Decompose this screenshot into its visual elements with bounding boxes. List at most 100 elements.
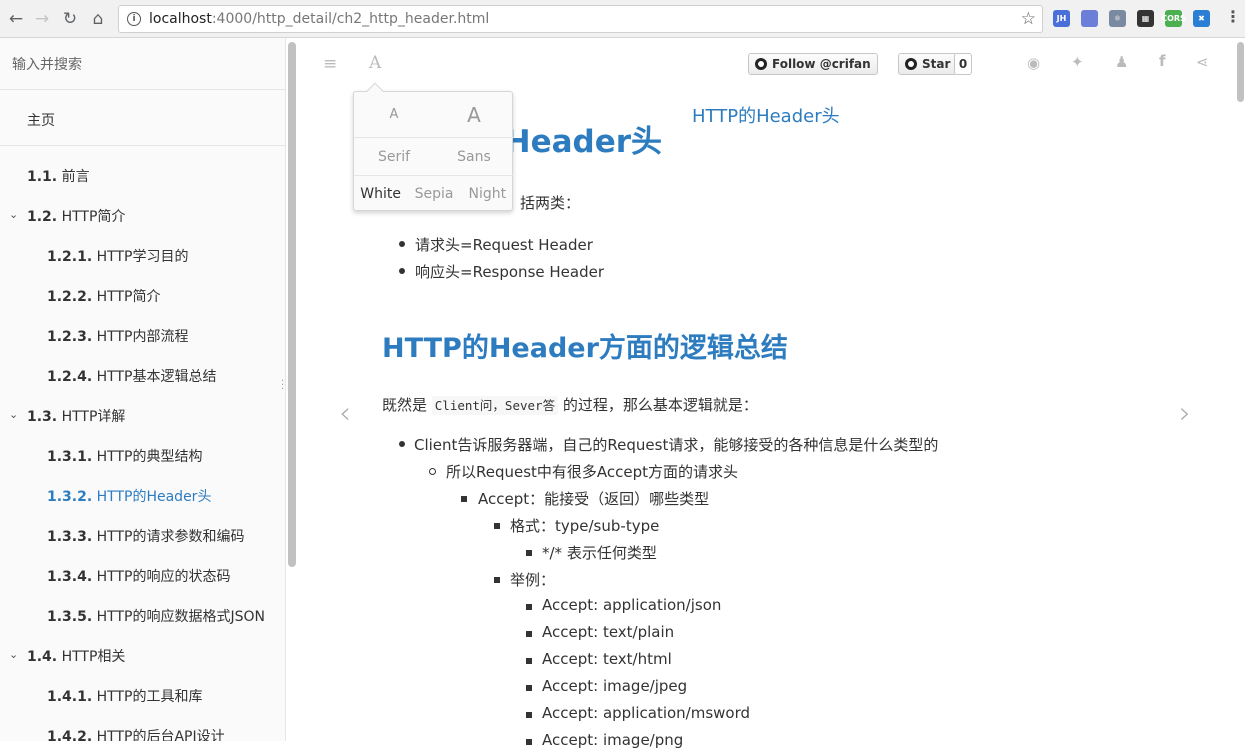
search-input[interactable]: 输入并搜索 <box>0 38 285 90</box>
toc-item[interactable]: 1.3.4. HTTP的响应的状态码 <box>0 566 285 586</box>
home-icon[interactable]: ⌂ <box>85 6 111 32</box>
toc-item[interactable]: 1.2.2. HTTP简介 <box>0 286 285 306</box>
list-item: Accept: text/html <box>542 650 672 668</box>
theme-white-button[interactable]: White <box>354 186 407 202</box>
toc-item-number: 1.3.2. <box>47 489 93 505</box>
toc-item[interactable]: 1.4. HTTP相关 <box>0 646 285 666</box>
toc-item-number: 1.3. <box>27 409 58 425</box>
toc-item[interactable]: 1.3.1. HTTP的典型结构 <box>0 446 285 466</box>
list-bullet <box>399 268 405 274</box>
star-count[interactable]: 0 <box>954 53 972 75</box>
toc-item[interactable]: 1.2.3. HTTP内部流程 <box>0 326 285 346</box>
toc-item-number: 1.3.4. <box>47 569 93 585</box>
sidebar-scrollbar[interactable] <box>288 42 296 567</box>
intro-visible-text: 括两类： <box>520 194 581 212</box>
toc-item-label: HTTP的工具和库 <box>96 689 203 705</box>
list-item: 所以Request中有很多Accept方面的请求头 <box>446 463 739 481</box>
book-header-title: HTTP的Header头 <box>692 106 840 127</box>
toc-home[interactable]: 主页 <box>0 110 285 130</box>
toc-item-label: HTTP简介 <box>61 209 126 225</box>
list-item: Accept: application/msword <box>542 704 751 722</box>
facebook-icon[interactable]: f <box>1159 52 1166 70</box>
font-serif-button[interactable]: Serif <box>354 149 434 165</box>
content-scrollbar[interactable] <box>1237 42 1244 102</box>
toc-item-number: 1.2. <box>27 209 58 225</box>
toc-item-number: 1.1. <box>27 169 58 185</box>
toc-item-number: 1.4.2. <box>47 729 93 741</box>
qq-icon[interactable]: ♟ <box>1115 53 1128 71</box>
prev-page-arrow-icon[interactable]: ‹ <box>339 396 351 431</box>
font-larger-button[interactable]: A <box>434 103 514 127</box>
list-bullet <box>526 685 532 691</box>
toc-item-label: HTTP基本逻辑总结 <box>96 369 217 385</box>
toc-item-number: 1.3.5. <box>47 609 93 625</box>
next-page-arrow-icon[interactable]: › <box>1179 396 1191 431</box>
list-bullet <box>526 712 532 718</box>
weibo-icon[interactable]: ◉ <box>1027 54 1040 72</box>
share-icon[interactable]: ⋖ <box>1196 53 1209 71</box>
toc-item-number: 1.2.2. <box>47 289 93 305</box>
back-arrow-icon[interactable]: ← <box>3 6 29 32</box>
list-item: 请求头=Request Header <box>415 236 593 254</box>
info-icon[interactable]: i <box>127 12 141 26</box>
toc-divider <box>0 145 285 146</box>
github-star-button[interactable]: Star <box>898 53 958 75</box>
theme-sepia-button[interactable]: Sepia <box>407 186 460 202</box>
github-icon <box>755 58 767 70</box>
github-follow-button[interactable]: Follow @crifan <box>748 53 878 75</box>
cors-extension-icon[interactable]: CORS <box>1161 10 1186 27</box>
list-bullet <box>526 604 532 610</box>
logic-paragraph: 既然是 Client问，Sever答 的过程，那么基本逻辑就是： <box>382 394 758 415</box>
toc-item[interactable]: 1.2.1. HTTP学习目的 <box>0 246 285 266</box>
toc-item[interactable]: 1.3.3. HTTP的请求参数和编码 <box>0 526 285 546</box>
toc-item-label: HTTP的Header头 <box>96 489 212 505</box>
address-bar[interactable]: i localhost:4000/http_detail/ch2_http_he… <box>118 5 1043 33</box>
toc-item-label: HTTP的后台API设计 <box>96 729 225 741</box>
toc-item-number: 1.2.3. <box>47 329 93 345</box>
toc-item[interactable]: 1.3.2. HTTP的Header头 <box>0 486 285 506</box>
toc-item[interactable]: 1.3. HTTP详解 <box>0 406 285 426</box>
toc-item[interactable]: 1.2.4. HTTP基本逻辑总结 <box>0 366 285 386</box>
forward-arrow-icon[interactable]: → <box>29 6 55 32</box>
list-item: 响应头=Response Header <box>415 263 604 281</box>
font-sans-button[interactable]: Sans <box>434 149 514 165</box>
reload-icon[interactable]: ↻ <box>57 6 83 32</box>
list-item: Accept: image/png <box>542 731 684 749</box>
toc-item[interactable]: 1.3.5. HTTP的响应数据格式JSON <box>0 606 285 626</box>
toc-item-number: 1.3.1. <box>47 449 93 465</box>
toc-item-number: 1.2.1. <box>47 249 93 265</box>
toc-item-label: HTTP的响应数据格式JSON <box>96 609 265 625</box>
twitter-icon[interactable]: ✦ <box>1071 53 1084 71</box>
qr-code-icon[interactable]: ▦ <box>1137 10 1154 27</box>
font-smaller-button[interactable]: A <box>354 107 434 122</box>
list-item: Accept: text/plain <box>542 623 675 641</box>
toc-item[interactable]: 1.2. HTTP简介 <box>0 206 285 226</box>
follow-label: Follow @crifan <box>772 57 871 71</box>
list-item: 格式：type/sub-type <box>510 517 660 535</box>
toc-item-number: 1.4.1. <box>47 689 93 705</box>
toc-item-number: 1.2.4. <box>47 369 93 385</box>
book-sidebar: 输入并搜索 主页 1.1. 前言 ⌄ 1.2. HTTP简介 1.2.1. HTTP学… <box>0 38 286 741</box>
sidebar-resize-handle[interactable]: · · · <box>281 377 285 395</box>
font-settings-icon[interactable]: A <box>369 53 381 73</box>
toc-item[interactable]: 1.4.2. HTTP的后台API设计 <box>0 726 285 741</box>
toc-item-label: HTTP学习目的 <box>96 249 189 265</box>
toggle-sidebar-icon[interactable]: ≡ <box>323 54 337 74</box>
section-heading: HTTP的Header方面的逻辑总结 <box>382 333 788 364</box>
toc-item[interactable]: 1.1. 前言 <box>0 166 285 186</box>
para-prefix: 既然是 <box>382 396 432 414</box>
list-bullet <box>494 577 500 583</box>
font-size-row: A A <box>354 92 514 138</box>
jh-extension-icon[interactable]: JH <box>1053 10 1070 27</box>
browser-toolbar: ← → ↻ ⌂ i localhost:4000/http_detail/ch2… <box>0 0 1245 38</box>
react-devtools-icon[interactable]: ⚛ <box>1109 10 1126 27</box>
extension-2-icon[interactable] <box>1081 10 1098 27</box>
toc-item[interactable]: 1.4.1. HTTP的工具和库 <box>0 686 285 706</box>
extension-6-icon[interactable]: ✖ <box>1193 10 1210 27</box>
bookmark-star-icon[interactable]: ☆ <box>1021 9 1036 29</box>
url-path: :4000/http_detail/ch2_http_header.html <box>211 11 490 27</box>
toc-item-label: HTTP内部流程 <box>96 329 189 345</box>
theme-night-button[interactable]: Night <box>461 186 514 202</box>
list-item: Accept：能接受（返回）哪些类型 <box>478 490 710 508</box>
browser-menu-icon[interactable]: ⋮ <box>1225 7 1241 26</box>
